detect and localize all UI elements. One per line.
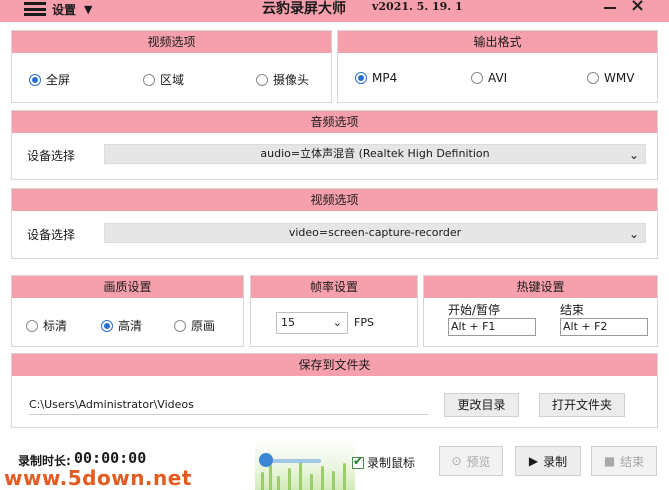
quality-panel: 画质设置 标清 高清 原画 — [11, 275, 244, 347]
radio-hd[interactable]: 高清 — [101, 317, 142, 334]
stop-button[interactable]: ■ 结束 — [591, 446, 657, 476]
preview-label: 预览 — [466, 454, 491, 469]
app-version: v2021. 5. 19. 1 — [372, 0, 463, 13]
settings-menu-label: 设置 — [52, 2, 77, 17]
radio-dot — [174, 319, 186, 332]
radio-label: 原画 — [191, 319, 216, 333]
framerate-unit: FPS — [354, 316, 374, 329]
radio-dot — [355, 72, 367, 84]
radio-dot — [101, 319, 113, 332]
checkbox-box — [352, 454, 364, 469]
hotkeys-panel: 热键设置 开始/暂停 Alt + F1 结束 Alt + F2 — [423, 275, 658, 347]
radio-dot — [143, 73, 155, 86]
chevron-down-icon: ⌄ — [332, 316, 342, 329]
chevron-down-icon: ▼ — [84, 2, 93, 16]
radio-label: AVI — [488, 71, 508, 85]
video-device-title: 视频选项 — [12, 189, 657, 211]
record-label: 录制 — [543, 454, 568, 469]
radio-label: 高清 — [118, 319, 143, 333]
stop-icon: ■ — [603, 454, 616, 468]
record-button[interactable]: ▶ 录制 — [515, 446, 581, 476]
output-format-title: 输出格式 — [338, 31, 657, 53]
minimize-button[interactable] — [600, 0, 620, 16]
volume-slider-thumb[interactable] — [259, 453, 273, 467]
video-options-title: 视频选项 — [12, 31, 331, 53]
title-bar: 设置 ▼ 云豹录屏大师 v2021. 5. 19. 1 × — [0, 0, 669, 22]
audio-device-select[interactable]: audio=立体声混音 (Realtek High Definition ⌄ — [104, 144, 646, 164]
save-folder-panel: 保存到文件夹 C:\Users\Administrator\Videos 更改目… — [11, 353, 658, 428]
video-device-value: video=screen-capture-recorder — [288, 226, 462, 239]
chevron-down-icon: ⌄ — [628, 148, 639, 162]
framerate-title: 帧率设置 — [251, 276, 417, 298]
radio-sd[interactable]: 标清 — [26, 317, 67, 334]
hotkey-start-label: 开始/暂停 — [448, 303, 501, 317]
record-mouse-label: 录制鼠标 — [367, 456, 416, 470]
change-directory-button[interactable]: 更改目录 — [444, 393, 519, 417]
hotkey-start-input[interactable]: Alt + F1 — [448, 318, 536, 336]
stop-label: 结束 — [620, 454, 645, 469]
output-format-panel: 输出格式 MP4 AVI WMV — [337, 30, 658, 103]
radio-camera[interactable]: 摄像头 — [256, 71, 309, 88]
hotkey-stop-input[interactable]: Alt + F2 — [560, 318, 648, 336]
hamburger-icon — [24, 2, 46, 16]
radio-mp4[interactable]: MP4 — [355, 71, 397, 85]
record-mouse-checkbox[interactable]: 录制鼠标 — [352, 454, 415, 471]
radio-label: 标清 — [43, 319, 68, 333]
save-folder-title: 保存到文件夹 — [12, 354, 657, 376]
chevron-down-icon: ⌄ — [628, 227, 639, 241]
radio-dot — [256, 73, 268, 86]
app-title: 云豹录屏大师 — [262, 1, 346, 17]
record-duration-value: 00:00:00 — [74, 449, 147, 467]
radio-label: 摄像头 — [273, 73, 310, 87]
preview-button[interactable]: ⊙ 预览 — [439, 446, 503, 476]
framerate-panel: 帧率设置 15 ⌄ FPS — [250, 275, 418, 347]
radio-label: 全屏 — [46, 73, 71, 87]
quality-title: 画质设置 — [12, 276, 243, 298]
radio-label: WMV — [604, 71, 635, 85]
video-options-panel: 视频选项 全屏 区域 摄像头 — [11, 30, 332, 103]
radio-avi[interactable]: AVI — [471, 71, 507, 85]
settings-menu-button[interactable]: 设置 ▼ — [24, 0, 92, 18]
open-folder-button[interactable]: 打开文件夹 — [539, 393, 625, 417]
radio-original[interactable]: 原画 — [174, 317, 215, 334]
hotkeys-title: 热键设置 — [424, 276, 657, 298]
radio-dot — [29, 73, 41, 86]
radio-label: MP4 — [372, 71, 398, 85]
volume-slider-track[interactable] — [265, 459, 321, 463]
play-circle-icon: ⊙ — [451, 454, 462, 468]
radio-dot — [471, 72, 483, 84]
save-path-field[interactable]: C:\Users\Administrator\Videos — [29, 396, 428, 415]
radio-dot — [587, 72, 599, 84]
video-device-select[interactable]: video=screen-capture-recorder ⌄ — [104, 223, 646, 243]
radio-region[interactable]: 区域 — [143, 71, 184, 88]
radio-dot — [26, 319, 38, 332]
radio-fullscreen[interactable]: 全屏 — [29, 71, 70, 88]
framerate-select[interactable]: 15 ⌄ — [276, 312, 348, 334]
close-button[interactable]: × — [630, 0, 645, 15]
radio-wmv[interactable]: WMV — [587, 71, 634, 85]
play-icon: ▶ — [528, 454, 539, 468]
video-device-label: 设备选择 — [27, 228, 76, 242]
audio-device-label: 设备选择 — [27, 149, 76, 163]
watermark-text: www.5down.net — [4, 466, 192, 490]
audio-options-title: 音频选项 — [12, 111, 657, 133]
radio-label: 区域 — [160, 73, 185, 87]
framerate-value: 15 — [281, 316, 295, 329]
hotkey-stop-label: 结束 — [560, 303, 585, 317]
audio-options-panel: 音频选项 设备选择 audio=立体声混音 (Realtek High Defi… — [11, 110, 658, 180]
video-device-panel: 视频选项 设备选择 video=screen-capture-recorder … — [11, 188, 658, 259]
audio-device-value: audio=立体声混音 (Realtek High Definition — [260, 147, 490, 160]
